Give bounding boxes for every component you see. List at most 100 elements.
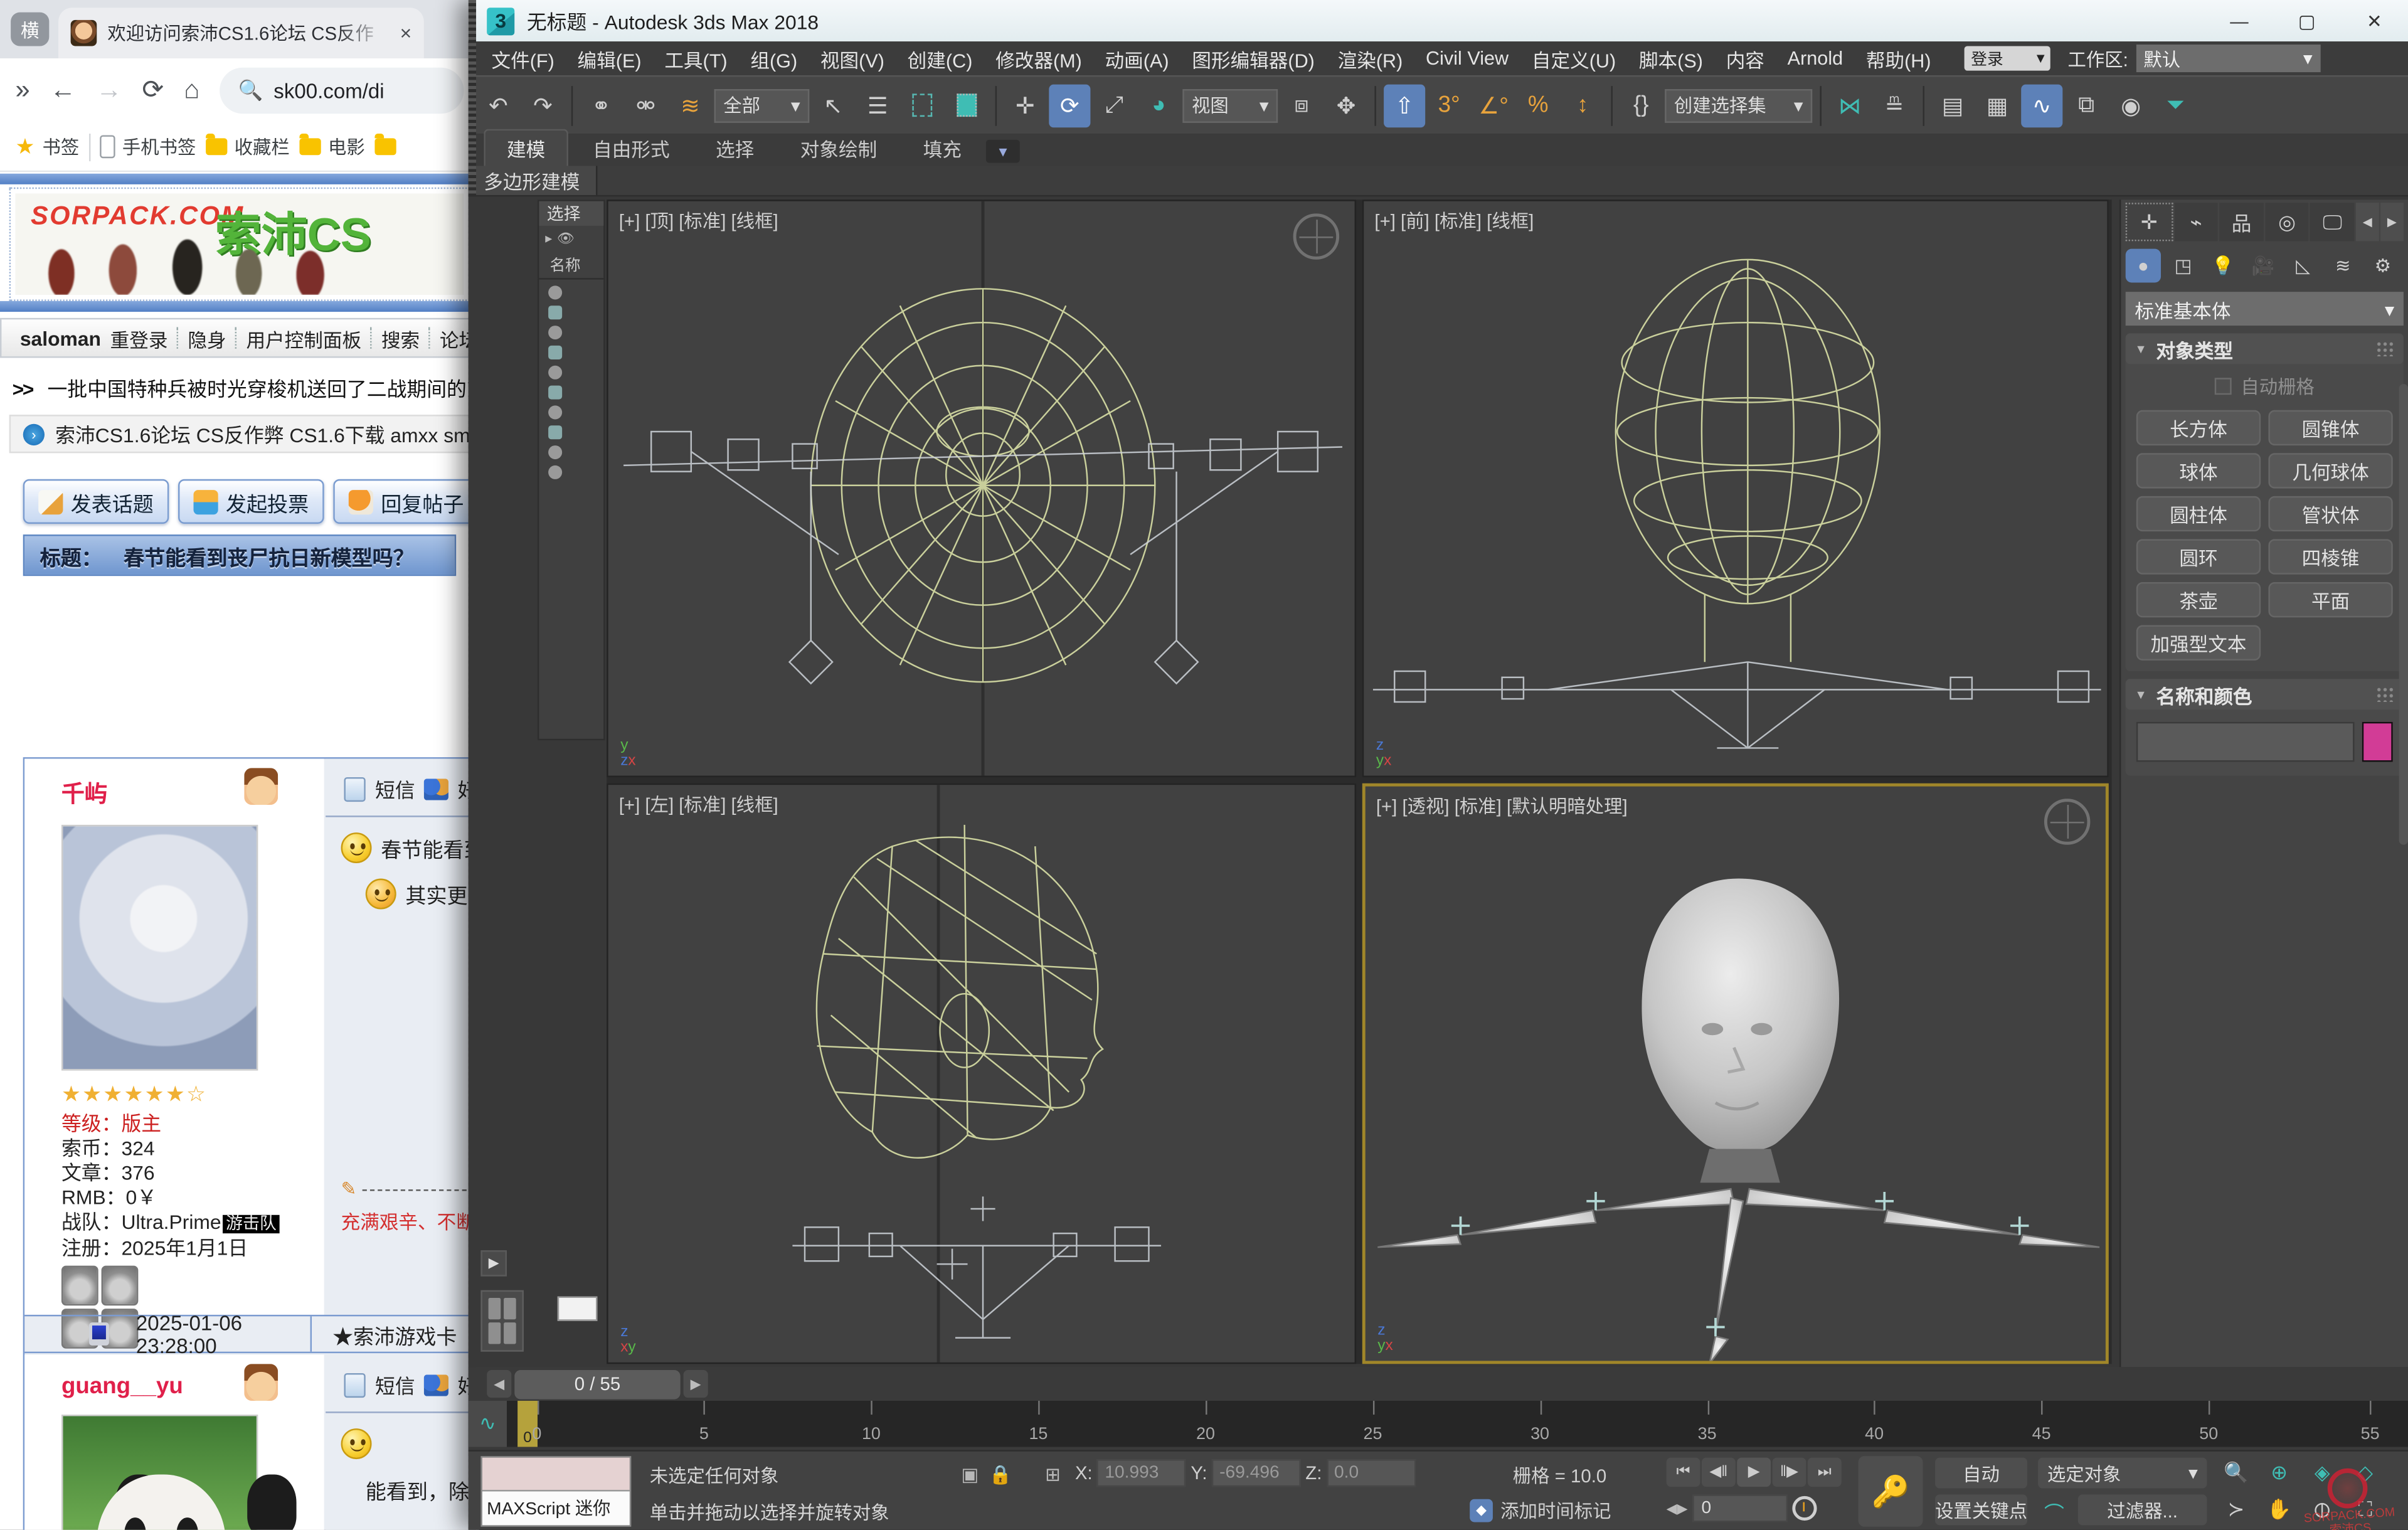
maximize-button[interactable]: ▢ [2273,0,2341,41]
isolate-selection-icon[interactable]: ▣ [957,1461,983,1487]
menu-rendering[interactable]: 渲染(R) [1327,44,1413,73]
y-coordinate-field[interactable]: -69.496 [1212,1459,1301,1487]
tab-create[interactable]: ✛ [2126,203,2173,241]
select-and-scale-icon[interactable]: ⤢ [1093,83,1135,127]
snap-3d-icon[interactable]: 3° [1428,83,1470,127]
filter-icon[interactable] [548,285,562,299]
title-bar[interactable]: 3 无标题 - Autodesk 3ds Max 2018 — ▢ ✕ [469,0,2408,41]
ribbon-tab-freeform[interactable]: 自由形式 [571,130,691,166]
named-selection-sets-icon[interactable]: {} [1620,83,1662,127]
breadcrumb[interactable]: › 索沛CS1.6论坛 CS反作弊 CS1.6下载 amxx sma插件 [9,415,479,453]
teapot-button[interactable]: 茶壶 [2136,582,2261,617]
geosphere-button[interactable]: 几何球体 [2268,453,2392,488]
minimize-button[interactable]: — [2205,0,2273,41]
snap-toggle-icon[interactable]: ⇧ [1384,83,1425,127]
viewport-perspective[interactable]: [+] [透视] [标准] [默认明暗处理] [1362,784,2109,1364]
selection-filter-dropdown[interactable]: 全部▾ [714,88,810,122]
percent-snap-icon[interactable]: % [1517,83,1559,127]
bind-to-space-warp-icon[interactable]: ≋ [670,83,711,127]
menu-graph-editors[interactable]: 图形编辑器(D) [1181,44,1325,73]
maxscript-mini-listener[interactable]: MAXScript 迷你 [480,1456,631,1527]
z-coordinate-field[interactable]: 0.0 [1327,1459,1416,1487]
layout-swatch[interactable] [558,1297,598,1321]
ribbon-tab-selection[interactable]: 选择 [694,130,776,166]
select-and-manipulate-icon[interactable]: ✥ [1325,83,1367,127]
rollout-header[interactable]: ▼ 名称和颜色 [2126,679,2404,709]
filter-icon[interactable] [548,386,562,400]
viewcube-icon[interactable] [1293,213,1339,259]
menu-help[interactable]: 帮助(H) [1855,44,1942,73]
menu-civil-view[interactable]: Civil View [1415,48,1519,69]
viewcube-icon[interactable] [2044,799,2090,844]
next-frame-arrow-icon[interactable]: ▶ [684,1370,708,1398]
select-by-name-icon[interactable]: ☰ [857,83,898,127]
bookmark-folder[interactable]: 收藏栏 [205,134,290,160]
object-color-swatch[interactable] [2362,722,2393,762]
filter-icon[interactable] [548,326,562,339]
reply-button[interactable]: 回复帖子 [333,479,479,524]
subtab-cameras[interactable]: 🎥 [2246,249,2281,283]
menu-create[interactable]: 创建(C) [897,44,984,73]
set-key-button[interactable]: 设置关键点 [1935,1494,2027,1525]
tabs-scroll-right-icon[interactable]: ▶ [2380,203,2404,241]
back-icon[interactable]: ← [50,75,76,106]
browser-tab[interactable]: 欢迎访问索沛CS1.6论坛 CS反作 × [58,8,424,58]
mini-curve-editor-icon[interactable]: ∿ [469,1401,509,1447]
select-and-move-icon[interactable]: ✛ [1004,83,1046,127]
use-pivot-center-icon[interactable]: ⧈ [1281,83,1322,127]
menu-group[interactable]: 组(G) [740,44,808,73]
menu-edit[interactable]: 编辑(E) [566,44,652,73]
current-frame-field[interactable]: 0 [1692,1494,1788,1522]
viewport-left[interactable]: [+] [左] [标准] [线框] [607,784,1356,1364]
ribbon-tab-modeling[interactable]: 建模 [484,129,568,166]
checkbox-icon[interactable] [2215,378,2232,395]
selection-set-dropdown[interactable]: 选定对象▾ [2038,1458,2207,1489]
nav-link[interactable]: 用户控制面板 [246,323,361,353]
object-name-field[interactable] [2136,722,2355,762]
undo-icon[interactable]: ↶ [477,83,519,127]
nav-link[interactable]: 搜索 [381,323,420,353]
viewport-label[interactable]: [+] [透视] [标准] [默认明暗处理] [1376,792,1628,819]
window-crossing-icon[interactable] [946,83,987,127]
unlink-selection-icon[interactable]: ⚮ [625,83,667,127]
eye-icon[interactable]: 👁 [557,230,575,247]
rollout-header[interactable]: ▼ 对象类型 [2126,333,2404,364]
select-and-link-icon[interactable]: ⚭ [581,83,622,127]
subtab-shapes[interactable]: ◳ [2165,249,2200,283]
message-icon[interactable] [344,1373,366,1397]
polygon-modeling-panel[interactable]: 多边形建模 [469,166,597,195]
menu-customize[interactable]: 自定义(U) [1521,44,1627,73]
tube-button[interactable]: 管状体 [2268,496,2392,531]
frame-indicator[interactable]: 0 / 55 [514,1369,680,1399]
align-icon[interactable]: ≞ [1874,83,1915,127]
filter-icon[interactable] [548,366,562,380]
tab-modify[interactable]: ⌁ [2174,203,2218,241]
render-setup-icon[interactable]: ⏷ [2155,83,2196,127]
viewport-label[interactable]: [+] [前] [标准] [线框] [1374,208,1534,234]
filter-icon[interactable] [548,405,562,419]
viewport-label[interactable]: [+] [顶] [标准] [线框] [619,208,778,234]
login-dropdown[interactable]: 登录▾ [1965,46,2050,70]
primitive-category-dropdown[interactable]: 标准基本体▾ [2126,292,2404,326]
tab-hierarchy[interactable]: 品 [2220,203,2264,241]
torus-button[interactable]: 圆环 [2136,539,2261,574]
pm-link[interactable]: 短信 [375,774,415,804]
menu-file[interactable]: 文件(F) [480,44,565,73]
scene-explorer[interactable]: 选择 ▸👁 名称 [538,199,605,740]
tab-display[interactable]: 🖵 [2310,203,2354,241]
ribbon-tab-populate[interactable]: 填充 [901,130,983,166]
go-to-start-icon[interactable]: ⏮ [1667,1458,1700,1487]
subtab-helpers[interactable]: ◺ [2285,249,2320,283]
filter-icon[interactable] [548,445,562,459]
zoom-icon[interactable]: 🔍 [2218,1456,2255,1488]
time-configuration-icon[interactable] [1792,1496,1817,1521]
autogrid-checkbox-row[interactable]: 自动栅格 [2126,373,2404,400]
friends-icon[interactable] [424,778,448,799]
menu-tools[interactable]: 工具(T) [654,44,738,73]
ribbon-dropdown-icon[interactable]: ▼ [986,140,1020,163]
menu-animation[interactable]: 动画(A) [1094,44,1179,73]
key-filters-icon[interactable]: ⌒ [2044,1497,2064,1527]
url-bar[interactable]: 🔍 sk00.com/di [220,68,464,114]
textplus-button[interactable]: 加强型文本 [2136,625,2261,661]
layer-explorer-icon[interactable]: ▤ [1932,83,1973,127]
